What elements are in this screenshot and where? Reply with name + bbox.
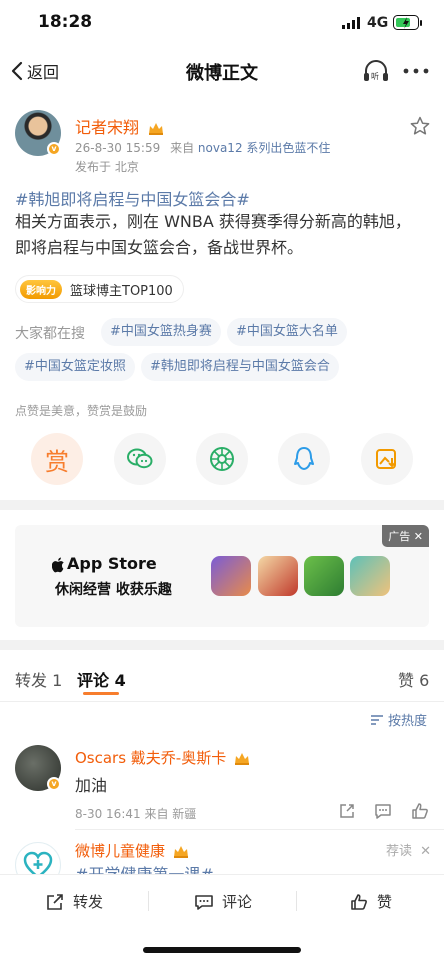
post-topic-link[interactable]: #韩旭即将启程与中国女篮会合# bbox=[15, 186, 250, 210]
post-time: 26-8-30 15:59 bbox=[75, 141, 161, 155]
like-label: 赞 bbox=[377, 893, 393, 911]
hot-search-chip[interactable]: #中国女篮大名单 bbox=[227, 318, 347, 346]
influence-label: 篮球博主TOP100 bbox=[70, 283, 173, 299]
tab-like[interactable]: 赞 6 bbox=[398, 667, 429, 691]
divider bbox=[148, 891, 149, 911]
network-type: 4G bbox=[367, 15, 389, 31]
like-icon[interactable] bbox=[410, 801, 430, 821]
svg-text:听: 听 bbox=[371, 72, 379, 81]
tab-repost[interactable]: 转发 1 bbox=[15, 667, 62, 691]
section-divider bbox=[0, 500, 444, 510]
star-icon[interactable] bbox=[410, 116, 430, 136]
game-thumbnail bbox=[304, 556, 344, 596]
repost-icon bbox=[45, 892, 65, 912]
sort-icon bbox=[370, 714, 384, 726]
recommend-tag: 荐读 ✕ bbox=[386, 844, 432, 859]
status-time: 18:28 bbox=[38, 12, 93, 32]
game-thumbnail bbox=[350, 556, 390, 596]
comment-meta: 8-30 16:41 来自 新疆 bbox=[75, 807, 197, 821]
repost-button[interactable]: 转发 bbox=[45, 891, 103, 912]
divider bbox=[296, 891, 297, 911]
ad-tag[interactable]: 广告 ✕ bbox=[382, 525, 429, 547]
bottom-action-bar: 转发 评论 赞 bbox=[0, 874, 444, 960]
repost-label: 转发 bbox=[73, 893, 104, 911]
signal-icon bbox=[342, 17, 362, 29]
crown-icon bbox=[234, 752, 250, 766]
hot-search-chip[interactable]: #中国女篮定妆照 bbox=[15, 353, 135, 381]
post-location: 发布于 北京 bbox=[75, 160, 139, 174]
ad-slogan: 休闲经营 收获乐趣 bbox=[55, 582, 172, 598]
listen-icon[interactable]: 听 bbox=[362, 59, 390, 83]
tab-indicator bbox=[83, 692, 119, 695]
share-qq-button[interactable] bbox=[278, 433, 330, 485]
hot-search-chip[interactable]: #韩旭即将启程与中国女篮会合 bbox=[141, 353, 339, 381]
sort-label: 按热度 bbox=[388, 714, 428, 729]
comment-divider bbox=[75, 829, 444, 830]
apple-icon bbox=[52, 557, 65, 573]
share-icon[interactable] bbox=[337, 801, 357, 821]
comment-button[interactable]: 评论 bbox=[194, 891, 252, 912]
influence-pill[interactable]: 影响力 篮球博主TOP100 bbox=[15, 275, 184, 303]
like-icon bbox=[349, 892, 369, 912]
close-icon[interactable]: ✕ bbox=[420, 844, 431, 859]
home-indicator bbox=[143, 947, 301, 953]
reward-label: 赏 bbox=[45, 447, 69, 476]
hot-search-chip[interactable]: #中国女篮热身赛 bbox=[101, 318, 221, 346]
influence-badge: 影响力 bbox=[20, 279, 62, 299]
post-meta: 26-8-30 15:59 来自 nova12 系列出色蓝不住 bbox=[75, 139, 330, 156]
comment-label: 评论 bbox=[222, 893, 253, 911]
tab-divider bbox=[0, 701, 444, 702]
comment-author[interactable]: Oscars 戴夫乔-奥斯卡 bbox=[75, 747, 250, 768]
post-source[interactable]: nova12 系列出色蓝不住 bbox=[198, 141, 331, 155]
save-image-button[interactable] bbox=[361, 433, 413, 485]
qq-icon bbox=[292, 446, 316, 472]
verified-badge-icon: v bbox=[47, 777, 61, 791]
sort-button[interactable]: 按热度 bbox=[370, 710, 427, 729]
reward-tip: 点赞是美意，赞赏是鼓励 bbox=[15, 404, 148, 418]
comment-author[interactable]: 微博儿童健康 bbox=[75, 840, 189, 861]
wechat-icon bbox=[126, 447, 154, 471]
like-button[interactable]: 赞 bbox=[349, 891, 392, 912]
comment-avatar[interactable]: v bbox=[15, 745, 61, 791]
comment-text: 加油 bbox=[75, 776, 108, 795]
hot-search-label: 大家都在搜 bbox=[15, 326, 85, 342]
image-download-icon bbox=[375, 447, 399, 471]
author-name[interactable]: 记者宋翔 bbox=[75, 114, 164, 138]
game-thumbnail bbox=[258, 556, 298, 596]
ad-brand: App Store bbox=[67, 554, 157, 573]
comment-icon bbox=[194, 892, 214, 912]
game-thumbnail bbox=[211, 556, 251, 596]
more-icon[interactable] bbox=[403, 68, 431, 74]
reward-button[interactable]: 赏 bbox=[31, 433, 83, 485]
share-wechat-button[interactable] bbox=[114, 433, 166, 485]
author-avatar[interactable]: v bbox=[15, 110, 61, 156]
crown-icon bbox=[173, 845, 189, 859]
moments-icon bbox=[209, 446, 235, 472]
source-prefix: 来自 bbox=[170, 141, 195, 155]
tab-comment[interactable]: 评论 4 bbox=[77, 667, 126, 691]
post-body: 相关方面表示，刚在 WNBA 获得赛季得分新高的韩旭，即将启程与中国女篮会合，备… bbox=[15, 212, 411, 257]
battery-icon bbox=[393, 15, 423, 31]
status-bar: 18:28 4G bbox=[0, 0, 444, 48]
nav-bar: 返回 微博正文 听 bbox=[0, 48, 444, 94]
section-divider bbox=[0, 640, 444, 650]
share-moments-button[interactable] bbox=[196, 433, 248, 485]
comment-icon[interactable] bbox=[373, 801, 393, 821]
crown-icon bbox=[148, 122, 164, 136]
verified-badge-icon: v bbox=[47, 142, 61, 156]
ad-banner[interactable]: 广告 ✕ App Store 休闲经营 收获乐趣 bbox=[15, 525, 429, 627]
